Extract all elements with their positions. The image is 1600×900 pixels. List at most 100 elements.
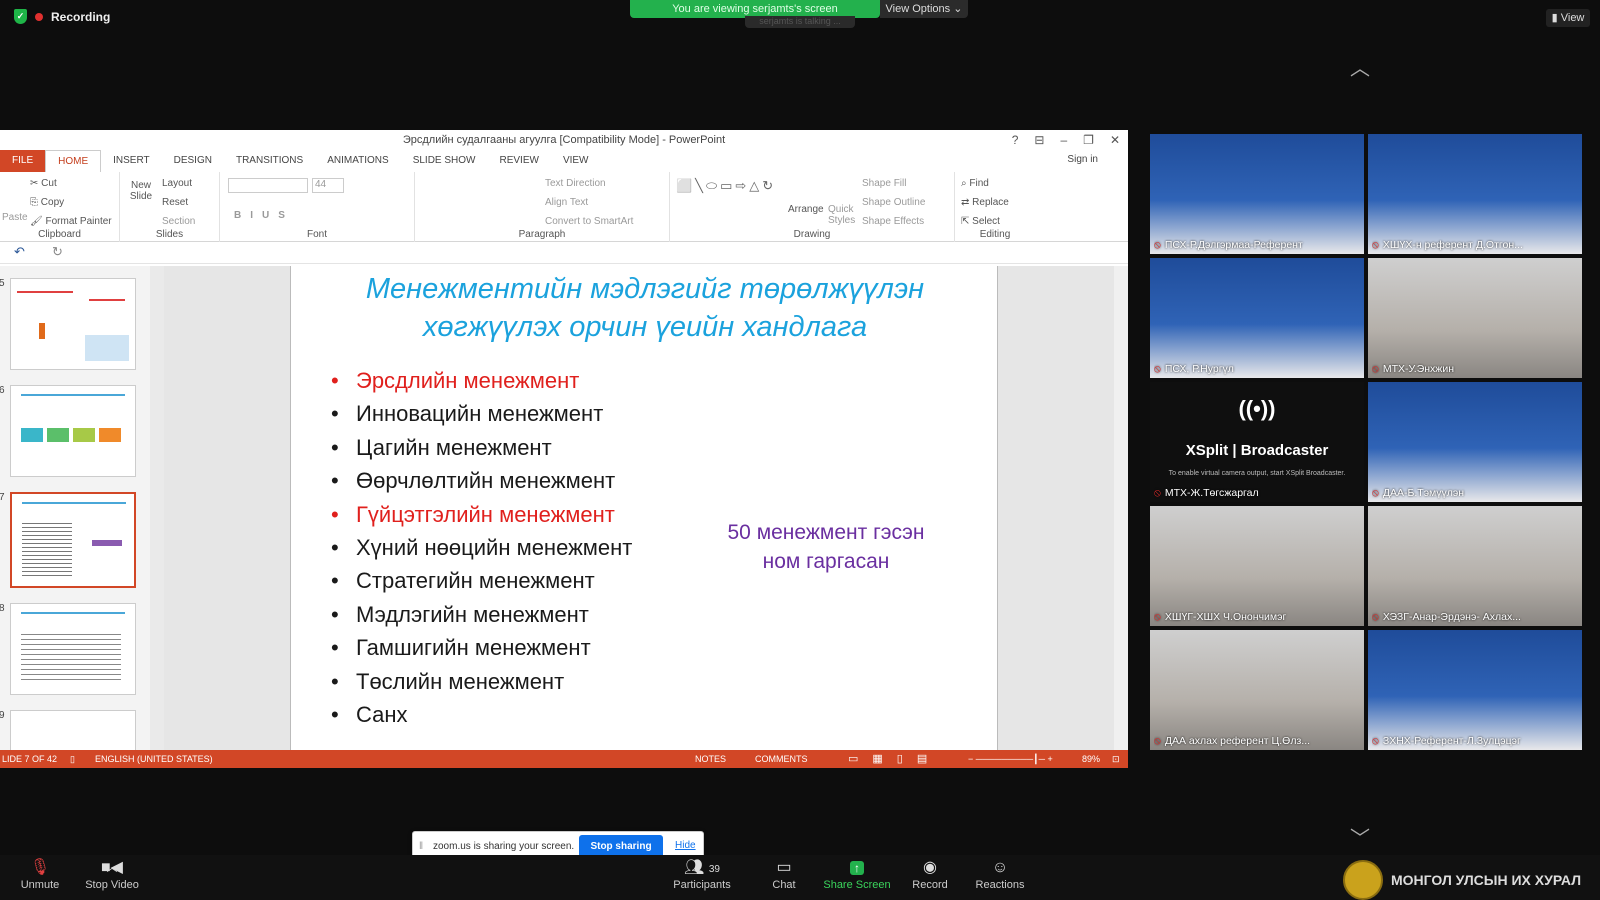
participant-tile[interactable]: ⦸ ХШҮХ-н референт Д.Отгон... — [1368, 134, 1582, 254]
slide-thumbnail-5[interactable] — [10, 278, 136, 370]
slide-canvas[interactable]: Менежментийн мэдлэгийг төрөлжүүлэн хөгжү… — [290, 266, 998, 750]
zoom-level[interactable]: 89% — [1082, 750, 1100, 768]
quick-styles-button[interactable]: Quick Styles — [828, 204, 858, 226]
cut-button[interactable]: ✂ Cut — [30, 178, 57, 189]
participant-tile[interactable]: ⦸ ПСХ-Р.Дэлгэрмаа-Референт — [1150, 134, 1364, 254]
close-icon[interactable]: ✕ — [1110, 130, 1120, 150]
view-mode-buttons[interactable]: ▭▦▯▤ — [848, 750, 941, 768]
language-indicator[interactable]: ENGLISH (UNITED STATES) — [95, 750, 213, 768]
slide-vertical-scrollbar[interactable] — [1114, 266, 1128, 750]
text-direction-button[interactable]: Text Direction — [545, 178, 606, 189]
share-screen-button[interactable]: ↑ Share Screen — [817, 857, 897, 891]
slide-bullet[interactable]: Цагийн менежмент — [331, 431, 632, 464]
tab-review[interactable]: REVIEW — [487, 150, 550, 172]
tab-design[interactable]: DESIGN — [162, 150, 224, 172]
gallery-scroll-down-icon[interactable]: ﹀ — [1350, 822, 1370, 851]
new-slide-button[interactable]: New Slide — [126, 180, 156, 202]
sign-in-link[interactable]: Sign in — [1067, 154, 1098, 165]
font-format-buttons[interactable]: BIUS — [234, 210, 294, 221]
arrange-button[interactable]: Arrange — [788, 204, 824, 215]
zoom-out-icon[interactable]: − — [968, 754, 973, 764]
tab-slide-show[interactable]: SLIDE SHOW — [401, 150, 488, 172]
fit-slide-icon[interactable]: ⊡ — [1112, 750, 1120, 768]
slide-thumbnails-pane[interactable]: 5 6 7 8 9 — [0, 266, 150, 750]
participant-tile[interactable]: ⦸ ХШҮГ-ХШХ Ч.Онончимэг — [1150, 506, 1364, 626]
shape-outline-button[interactable]: Shape Outline — [862, 197, 925, 208]
copy-label: Copy — [40, 197, 65, 208]
view-layout-button[interactable]: ▮ View — [1546, 9, 1590, 27]
tab-animations[interactable]: ANIMATIONS — [315, 150, 400, 172]
slide-side-note[interactable]: 50 менежмент гэсэн ном гаргасан — [706, 518, 946, 576]
record-button[interactable]: ◉ Record — [890, 857, 970, 891]
slide-bullet[interactable]: Гамшигийн менежмент — [331, 631, 632, 664]
font-family-dropdown[interactable] — [228, 178, 308, 193]
participant-tile[interactable]: ⦸ ДАА ахлах референт Ц.Өлз... — [1150, 630, 1364, 750]
redo-icon[interactable]: ↻ — [52, 244, 63, 260]
find-button[interactable]: ⌕ Find — [961, 178, 989, 189]
participant-tile[interactable]: ⦸ ПСХ, Р.Нургүл — [1150, 258, 1364, 378]
copy-button[interactable]: ⎘ Copy — [30, 197, 64, 208]
slide-bullet[interactable]: Эрсдлийн менежмент — [331, 364, 632, 397]
replace-button[interactable]: ⇄ Replace — [961, 197, 1009, 208]
restore-icon[interactable]: ❐ — [1083, 130, 1094, 150]
drag-handle-icon[interactable]: ‖ — [419, 841, 423, 852]
paste-button[interactable]: Paste — [2, 212, 28, 223]
undo-icon[interactable]: ↶ — [14, 244, 25, 260]
ribbon-display-icon[interactable]: ⊟ — [1034, 130, 1044, 150]
slide-thumbnail-8[interactable] — [10, 603, 136, 695]
slide-bullet[interactable]: Хүний нөөцийн менежмент — [331, 531, 632, 564]
convert-smartart-button[interactable]: Convert to SmartArt — [545, 216, 633, 227]
unmute-button[interactable]: 🎙︎ Unmute — [0, 857, 80, 891]
format-painter-button[interactable]: 🖌 Format Painter — [30, 216, 112, 227]
tab-transitions[interactable]: TRANSITIONS — [224, 150, 315, 172]
shapes-gallery[interactable]: ⬜╲⬭▭⇨△↻ — [676, 178, 776, 194]
slide-bullet[interactable]: Өөрчлөлтийн менежмент — [331, 464, 632, 497]
chat-button[interactable]: ▭ Chat — [744, 857, 824, 891]
tab-view[interactable]: VIEW — [551, 150, 601, 172]
font-size-dropdown[interactable]: 44 — [312, 178, 344, 193]
thumbnails-scrollbar[interactable] — [150, 266, 164, 750]
reactions-button[interactable]: ☺ Reactions — [960, 857, 1040, 891]
spellcheck-icon[interactable]: ▯ — [70, 750, 75, 768]
zoom-in-icon[interactable]: + — [1047, 754, 1052, 764]
slide-title[interactable]: Менежментийн мэдлэгийг төрөлжүүлэн хөгжү… — [311, 270, 979, 346]
participant-tile[interactable]: ⦸ ЗХНХ-Референт-Л.Зулцэцэг — [1368, 630, 1582, 750]
encryption-shield-icon[interactable]: ✓ — [14, 9, 27, 24]
slide-bullet[interactable]: Стратегийн менежмент — [331, 564, 632, 597]
slide-bullet[interactable]: Гүйцэтгэлийн менежмент — [331, 498, 632, 531]
participant-tile[interactable]: ((•)) XSplit | Broadcaster To enable virtu… — [1150, 382, 1364, 502]
participants-button[interactable]: 👥︎ 39 Participants — [662, 857, 742, 891]
xsplit-note: To enable virtual camera output, start X… — [1168, 470, 1346, 477]
tab-home[interactable]: HOME — [45, 150, 102, 172]
participant-tile[interactable]: ⦸ ДАА-Б.Тэмүүлэн — [1368, 382, 1582, 502]
slide-bullet-list[interactable]: Эрсдлийн менежментИнновацийн менежментЦа… — [331, 364, 632, 731]
slide-bullet[interactable]: Мэдлэгийн менежмент — [331, 598, 632, 631]
zoom-slider[interactable]: − ─────────┃─ + — [968, 750, 1068, 768]
select-button[interactable]: ⇱ Select — [961, 216, 1000, 227]
view-options-button[interactable]: View Options ⌄ — [880, 0, 968, 18]
slide-thumbnail-6[interactable] — [10, 385, 136, 477]
help-icon[interactable]: ? — [1012, 130, 1019, 150]
comments-button[interactable]: COMMENTS — [755, 750, 808, 768]
slide-bullet[interactable]: Төслийн менежмент — [331, 665, 632, 698]
slide-bullet[interactable]: Инновацийн менежмент — [331, 397, 632, 430]
tab-insert[interactable]: INSERT — [101, 150, 162, 172]
participant-tile[interactable]: ⦸ ХЭЗГ-Анар-Эрдэнэ- Ахлах... — [1368, 506, 1582, 626]
layout-button[interactable]: Layout — [162, 178, 192, 189]
align-text-button[interactable]: Align Text — [545, 197, 588, 208]
select-label: Select — [972, 216, 1000, 227]
shape-effects-button[interactable]: Shape Effects — [862, 216, 924, 227]
reset-button[interactable]: Reset — [162, 197, 188, 208]
gallery-scroll-up-icon[interactable]: ︿ — [1350, 52, 1370, 81]
minimize-icon[interactable]: – — [1060, 130, 1067, 150]
participant-tile[interactable]: ⦸ МТХ-У.Энхжин — [1368, 258, 1582, 378]
stop-video-button[interactable]: ■◀ Stop Video — [72, 857, 152, 891]
shape-fill-button[interactable]: Shape Fill — [862, 178, 906, 189]
slide-thumbnail-9[interactable] — [10, 710, 136, 750]
section-button[interactable]: Section — [162, 216, 195, 227]
hide-banner-link[interactable]: Hide — [675, 840, 696, 851]
slide-thumbnail-7[interactable] — [10, 492, 136, 588]
slide-bullet[interactable]: Санх — [331, 698, 632, 731]
tab-file[interactable]: FILE — [0, 150, 46, 172]
notes-button[interactable]: NOTES — [695, 750, 726, 768]
